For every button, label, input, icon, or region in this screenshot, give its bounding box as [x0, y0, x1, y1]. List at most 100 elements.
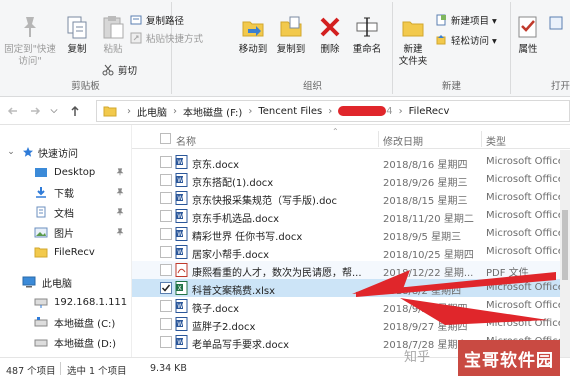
recent-dropdown-icon[interactable]: [50, 107, 58, 115]
file-row[interactable]: W 居家小帮手.docx 2018/10/25 星期四 Microsoft Offic…: [132, 243, 570, 261]
breadcrumb-sep: ›: [127, 105, 131, 117]
file-row[interactable]: X 科普文案稿费.xlsx 2018/8/2 星期四 Microsoft Office…: [132, 279, 570, 297]
easy-access-button[interactable]: 轻松访问 ▾: [435, 32, 497, 47]
breadcrumb-sep: ›: [398, 105, 403, 117]
expand-chevron-icon[interactable]: ⌄: [0, 147, 22, 157]
up-arrow-icon[interactable]: [68, 104, 82, 118]
file-row[interactable]: W 京东手机选品.docx 2018/11/20 星期二 Microsoft Offi…: [132, 207, 570, 225]
copy-path-icon: [130, 15, 142, 24]
nav-downloads[interactable]: 下载: [0, 183, 132, 201]
paste-label: 粘贴: [103, 44, 123, 55]
rename-label: 重命名: [352, 44, 382, 55]
nav-drive-c[interactable]: 本地磁盘 (C:): [0, 313, 132, 331]
row-checkbox[interactable]: [160, 210, 172, 222]
pin-label: 固定到"快速访问": [4, 44, 56, 67]
file-name: 京东手机选品.docx: [192, 214, 280, 225]
organize-group-label: 组织: [302, 81, 322, 92]
copy-to-button[interactable]: 复制到: [273, 14, 309, 56]
new-folder-label: 新建 文件夹: [398, 44, 428, 67]
forward-arrow-icon[interactable]: [28, 104, 42, 118]
svg-text:X: X: [178, 285, 182, 292]
move-to-button[interactable]: 移动到: [235, 14, 271, 56]
select-all-checkbox[interactable]: [160, 133, 171, 144]
rename-button[interactable]: 重命名: [347, 14, 387, 56]
nav-label: 本地磁盘 (D:): [54, 338, 117, 350]
file-row[interactable]: W 京东.docx 2018/8/16 星期四 Microsoft Office...: [132, 153, 570, 171]
breadcrumb-filerecv[interactable]: FileRecv: [409, 106, 450, 117]
file-name: 精彩世界 任你书写.docx: [192, 232, 303, 243]
nav-pictures[interactable]: 图片: [0, 223, 132, 241]
delete-button[interactable]: 删除: [315, 14, 345, 56]
row-checkbox[interactable]: [160, 336, 172, 348]
row-checkbox[interactable]: [160, 246, 172, 258]
file-row[interactable]: W 蓝胖子2.docx 2018/9/27 星期四 Microsoft Office.…: [132, 315, 570, 333]
file-name: 居家小帮手.docx: [192, 250, 270, 261]
copy-path-button[interactable]: 复制路径: [130, 12, 184, 27]
row-checkbox[interactable]: [160, 156, 172, 168]
open-dropdown-icon[interactable]: [549, 16, 563, 30]
address-box[interactable]: › 此电脑 › 本地磁盘 (F:) › Tencent Files › 4 › …: [96, 100, 570, 122]
row-checkbox[interactable]: [160, 318, 172, 330]
column-date[interactable]: 修改日期: [383, 133, 423, 148]
cut-label: 剪切: [118, 65, 138, 77]
nav-label: 本地磁盘 (C:): [54, 318, 116, 330]
nav-quick-access[interactable]: ⌄ 快速访问: [0, 143, 132, 161]
nav-desktop[interactable]: Desktop: [0, 163, 132, 181]
breadcrumb-sep: ›: [328, 105, 333, 117]
file-row[interactable]: W 京东搭配(1).docx 2018/9/26 星期三 Microsoft Offi…: [132, 171, 570, 189]
file-type: Microsoft Office...: [486, 228, 570, 239]
paste-button[interactable]: 粘贴: [98, 14, 128, 56]
scrollbar-thumb[interactable]: [562, 210, 568, 280]
row-checkbox[interactable]: [160, 174, 172, 186]
file-type: Microsoft Office...: [486, 318, 570, 329]
back-arrow-icon[interactable]: [6, 104, 20, 118]
pin-icon: [116, 228, 124, 236]
cut-button[interactable]: 剪切: [102, 62, 137, 77]
new-item-button[interactable]: 新建项目 ▾: [435, 12, 497, 27]
row-checkbox[interactable]: [160, 264, 172, 276]
row-checkbox[interactable]: [160, 192, 172, 204]
column-divider[interactable]: [481, 131, 482, 147]
file-date: 2018/9/27 星期四: [383, 322, 468, 333]
breadcrumb-redacted[interactable]: [338, 106, 387, 116]
properties-button[interactable]: 属性: [513, 14, 543, 56]
pin-quick-access-button[interactable]: 固定到"快速访问": [4, 14, 56, 68]
breadcrumb-sep: ›: [173, 105, 177, 117]
scrollbar[interactable]: [560, 150, 570, 357]
row-checkbox[interactable]: [160, 228, 172, 240]
nav-drive-d[interactable]: 本地磁盘 (D:): [0, 333, 132, 351]
breadcrumb-drive-f[interactable]: 本地磁盘 (F:): [183, 104, 242, 119]
ribbon: 固定到"快速访问" 复制 粘贴 复制路径 粘贴快捷方式 剪切 剪贴板 移动到 复…: [0, 0, 570, 97]
file-date: 2018/9/26 星期三: [383, 178, 468, 189]
network-drive-icon: [34, 298, 48, 308]
paste-shortcut-button[interactable]: 粘贴快捷方式: [130, 30, 203, 45]
file-type: Microsoft Office...: [486, 192, 570, 203]
file-name: 蓝胖子2.docx: [192, 322, 256, 333]
easy-access-label: 轻松访问 ▾: [451, 35, 497, 47]
nav-documents[interactable]: 文档: [0, 203, 132, 221]
column-name[interactable]: 名称: [176, 133, 196, 148]
nav-label: 192.168.1.111: [54, 296, 128, 308]
move-to-label: 移动到: [238, 44, 268, 55]
delete-label: 删除: [320, 44, 340, 55]
delete-x-icon: [320, 17, 340, 37]
file-row[interactable]: 康熙看重的人才，数次为民请愿，帮... 2018/12/22 星期... PDF 文…: [132, 261, 570, 279]
nav-network-drive[interactable]: 192.168.1.111: [0, 293, 132, 311]
nav-filerecv[interactable]: FileRecv: [0, 243, 132, 261]
file-row[interactable]: W 精彩世界 任你书写.docx 2018/9/5 星期三 Microsoft Off…: [132, 225, 570, 243]
row-checkbox[interactable]: [160, 282, 172, 294]
column-divider[interactable]: [378, 131, 379, 147]
properties-icon: [518, 16, 537, 38]
column-type[interactable]: 类型: [486, 133, 506, 148]
new-folder-button[interactable]: 新建 文件夹: [395, 14, 431, 68]
breadcrumb-tencent-files[interactable]: Tencent Files: [258, 106, 322, 117]
nav-this-pc[interactable]: 此电脑: [0, 273, 132, 291]
copy-to-label: 复制到: [276, 44, 306, 55]
file-date: 2018/10/25 星期四: [383, 250, 474, 261]
file-row[interactable]: W 京东快报采集规范（写手版).doc 2018/8/15 星期三 Microsoft…: [132, 189, 570, 207]
breadcrumb-this-pc[interactable]: 此电脑: [137, 104, 167, 119]
row-checkbox[interactable]: [160, 300, 172, 312]
file-row[interactable]: W 筷子.docx 2018/9/20 星期四 Microsoft Office...: [132, 297, 570, 315]
copy-button[interactable]: 复制: [62, 14, 92, 56]
file-type: Microsoft Office...: [486, 210, 570, 221]
